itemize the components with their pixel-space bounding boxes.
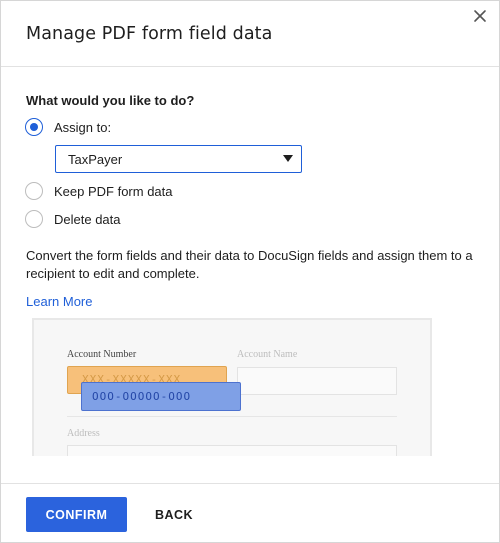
question-heading: What would you like to do? xyxy=(26,93,195,108)
radio-delete-data[interactable] xyxy=(25,210,43,228)
option-label: Delete data xyxy=(54,211,121,227)
description-text: Convert the form fields and their data t… xyxy=(26,248,473,281)
option-label: Assign to: xyxy=(54,119,112,135)
recipient-select[interactable]: TaxPayer xyxy=(55,145,302,173)
radio-assign-to[interactable] xyxy=(25,118,43,136)
docusign-field-box: OOO-OOOOO-OOO xyxy=(81,382,241,411)
account-name-box xyxy=(237,367,397,395)
account-number-label: Account Number xyxy=(67,349,137,360)
option-delete-data[interactable]: Delete data xyxy=(25,210,121,228)
back-button[interactable]: BACK xyxy=(147,497,201,532)
recipient-select-value: TaxPayer xyxy=(68,152,123,167)
option-label: Keep PDF form data xyxy=(54,183,173,199)
confirm-button[interactable]: CONFIRM xyxy=(26,497,127,532)
dialog-header: Manage PDF form field data xyxy=(1,1,499,67)
dialog-title: Manage PDF form field data xyxy=(26,24,273,44)
illustration-divider xyxy=(67,416,397,417)
learn-more-link[interactable]: Learn More xyxy=(26,294,92,309)
account-name-label: Account Name xyxy=(237,349,298,360)
docusign-field-placeholder: OOO-OOOOO-OOO xyxy=(92,390,192,403)
radio-keep-pdf-data[interactable] xyxy=(25,182,43,200)
close-icon[interactable] xyxy=(471,7,489,25)
form-illustration: Account Number Account Name XXX-XXXXX-XX… xyxy=(32,318,432,456)
address-box xyxy=(67,445,397,456)
caret-down-icon xyxy=(283,155,293,162)
option-assign-to[interactable]: Assign to: xyxy=(25,118,111,136)
manage-pdf-dialog: Manage PDF form field data What would yo… xyxy=(0,0,500,543)
address-label: Address xyxy=(67,428,100,439)
option-keep-pdf-data[interactable]: Keep PDF form data xyxy=(25,182,173,200)
dialog-footer: CONFIRM BACK xyxy=(1,483,499,543)
